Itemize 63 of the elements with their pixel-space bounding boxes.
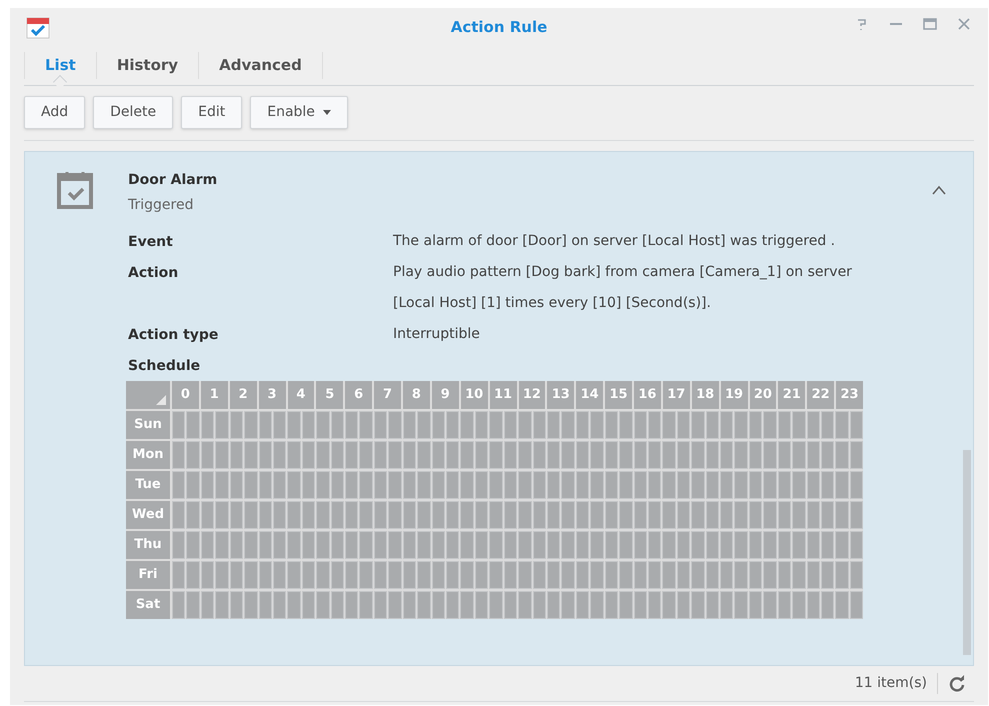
hour-header: 16: [634, 381, 661, 409]
time-slots-drawing[interactable]: [172, 561, 863, 589]
hour-header: 17: [662, 381, 690, 409]
day-label: Mon: [126, 441, 170, 469]
time-slots-drawing[interactable]: [172, 411, 863, 439]
schedule-label: Schedule: [128, 357, 202, 376]
toolbar-button[interactable]: Delete: [93, 96, 174, 129]
caret-icon: [322, 110, 331, 115]
hour-header: 10: [460, 381, 488, 409]
day-label: Tue: [126, 471, 170, 499]
hour-header: 2: [230, 381, 257, 409]
maximize-icon[interactable]: [922, 16, 938, 32]
close-icon[interactable]: [956, 16, 972, 32]
day-label: Sun: [126, 411, 170, 439]
detail-label: Event: [128, 233, 174, 252]
hour-header: 14: [576, 381, 604, 409]
corner-icon: [156, 395, 166, 405]
time-slots-drawing[interactable]: [172, 441, 863, 469]
hour-header: 21: [778, 381, 806, 409]
dropdown-button[interactable]: Enable: [250, 96, 348, 129]
day-label: Thu: [126, 531, 170, 559]
time-slots-drawing[interactable]: [172, 501, 863, 529]
hour-header: 1: [200, 381, 228, 409]
tab[interactable]: History: [96, 52, 200, 79]
hour-header: 8: [403, 381, 430, 409]
detail-value: The alarm of door [Door] on server [Local Host] was triggered .: [393, 232, 836, 251]
time-slots-drawing[interactable]: [172, 471, 863, 499]
hour-header: 0: [172, 381, 199, 409]
collapse-icon[interactable]: [931, 185, 947, 195]
hour-header: 12: [518, 381, 546, 409]
day-label: Fri: [126, 561, 170, 589]
window-title: Action Rule: [450, 16, 548, 38]
detail-label: Action type: [128, 326, 220, 345]
time-slots-drawing[interactable]: [172, 531, 863, 559]
refresh-icon[interactable]: [948, 674, 966, 692]
hour-header: 13: [547, 381, 574, 409]
time-slots-drawing[interactable]: [172, 591, 863, 619]
hour-header: 4: [288, 381, 314, 409]
hour-header: 20: [750, 381, 776, 409]
toolbar-button[interactable]: Add: [24, 96, 86, 129]
hour-header: 5: [316, 381, 344, 409]
detail-label: Action: [128, 264, 180, 283]
hour-header: 22: [807, 381, 834, 409]
hour-header: 19: [720, 381, 748, 409]
rule-status: Triggered: [128, 196, 194, 215]
hour-header: 6: [345, 381, 372, 409]
hour-header: 18: [692, 381, 719, 409]
hour-header: 15: [605, 381, 632, 409]
hour-header: 3: [258, 381, 286, 409]
item-count: 11 item(s): [854, 673, 938, 694]
day-label: Sat: [126, 591, 170, 619]
toolbar-button[interactable]: Edit: [181, 96, 242, 129]
hour-header: 23: [836, 381, 863, 409]
day-label: Wed: [126, 501, 170, 529]
detail-value: Play audio pattern [Dog bark] from camera [Camera_1] on server [Local Host] [1] times every [10] [Second(s)].: [393, 263, 853, 313]
hour-header: 11: [490, 381, 516, 409]
calendar-icon: [26, 15, 50, 39]
scrollbar[interactable]: [963, 450, 971, 655]
hour-header: 9: [432, 381, 459, 409]
tab[interactable]: Advanced: [199, 52, 323, 79]
hour-header: 7: [374, 381, 401, 409]
detail-value: Interruptible: [393, 325, 481, 344]
rule-name: Door Alarm: [128, 171, 218, 190]
